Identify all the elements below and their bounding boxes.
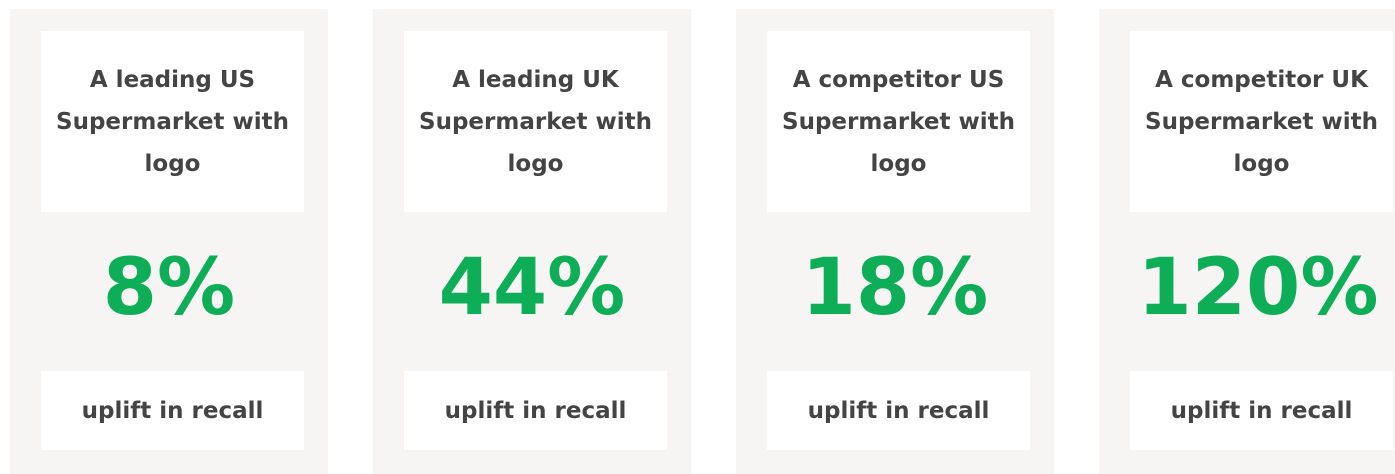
card-stat-value: 120% (1137, 243, 1379, 333)
card-caption: uplift in recall (81, 397, 264, 424)
card-stat-value: 8% (102, 243, 236, 333)
card-title: A leading UK Supermarket with logo (419, 66, 652, 177)
stat-card-uk-leading: A leading UK Supermarket with logo 44% u… (373, 9, 691, 474)
card-caption: uplift in recall (444, 397, 627, 424)
card-stat-value: 44% (438, 243, 626, 333)
card-title: A competitor UK Supermarket with logo (1145, 66, 1378, 177)
card-title-box: A leading US Supermarket with logo (41, 31, 304, 212)
card-title-box: A competitor US Supermarket with logo (767, 31, 1030, 212)
card-caption-box: uplift in recall (767, 371, 1030, 450)
card-caption: uplift in recall (1170, 397, 1353, 424)
card-title: A competitor US Supermarket with logo (782, 66, 1015, 177)
card-stat-value: 18% (801, 243, 989, 333)
card-caption-box: uplift in recall (1130, 371, 1393, 450)
stat-card-us-competitor: A competitor US Supermarket with logo 18… (736, 9, 1054, 474)
stat-card-uk-competitor: A competitor UK Supermarket with logo 12… (1099, 9, 1395, 474)
card-caption: uplift in recall (807, 397, 990, 424)
card-title-box: A leading UK Supermarket with logo (404, 31, 667, 212)
card-caption-box: uplift in recall (41, 371, 304, 450)
stat-card-us-leading: A leading US Supermarket with logo 8% up… (10, 9, 328, 474)
card-title: A leading US Supermarket with logo (56, 66, 289, 177)
card-title-box: A competitor UK Supermarket with logo (1130, 31, 1393, 212)
card-caption-box: uplift in recall (404, 371, 667, 450)
